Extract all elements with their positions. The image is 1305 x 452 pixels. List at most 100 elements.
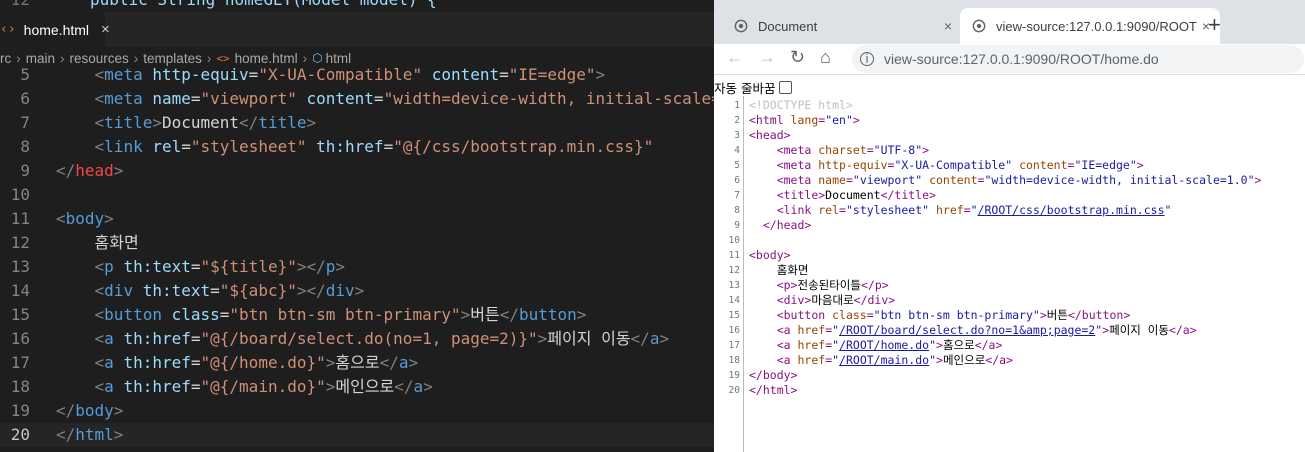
source-line: 5 <meta http-equiv="X-UA-Compatible" con… xyxy=(714,158,1305,173)
source-line: 9 </head> xyxy=(714,218,1305,233)
source-link[interactable]: /ROOT/board/select.do?no=1&amp;page=2 xyxy=(839,323,1095,337)
browser-tab-document[interactable]: Document × xyxy=(722,8,962,44)
close-icon[interactable]: × xyxy=(101,21,110,38)
source-text: 홈화면 xyxy=(749,263,809,277)
code-line[interactable]: 9 </head> xyxy=(0,159,714,183)
line-number: 9 xyxy=(734,220,740,231)
code-text: <meta name="viewport" content="width=dev… xyxy=(94,89,714,108)
line-number: 8 xyxy=(20,137,30,156)
code-text: <a th:href="@{/main.do}">메인으로</a> xyxy=(94,377,433,396)
line-number: 17 xyxy=(10,353,30,372)
line-number: 11 xyxy=(728,250,740,261)
globe-icon xyxy=(972,19,986,33)
code-line[interactable]: 18 <a th:href="@{/main.do}">메인으로</a> xyxy=(0,375,714,399)
browser-tab-view-source[interactable]: view-source:127.0.0.1:9090/ROOT × xyxy=(960,8,1220,44)
source-text: <html lang="en"> xyxy=(749,113,860,127)
source-line: 4 <meta charset="UTF-8"> xyxy=(714,143,1305,158)
code-line[interactable]: 15 <button class="btn btn-sm btn-primary… xyxy=(0,303,714,327)
tab-label: home.html xyxy=(23,21,90,38)
code-line[interactable]: 14 <div th:text="${abc}"></div> xyxy=(0,279,714,303)
line-number: 18 xyxy=(728,355,740,366)
line-number: 19 xyxy=(728,370,740,381)
back-arrow-icon[interactable]: ← xyxy=(726,47,744,68)
line-number: 15 xyxy=(10,305,30,324)
scrolled-code-line: 12 public String homeGET(Model model) { xyxy=(0,0,714,12)
vscode-editor-pane: 12 public String homeGET(Model model) { … xyxy=(0,0,714,452)
line-number: 20 xyxy=(10,425,30,444)
code-line[interactable]: 11 <body> xyxy=(0,207,714,231)
source-link[interactable]: /ROOT/css/bootstrap.min.css xyxy=(978,203,1165,217)
source-line: 17 <a href="/ROOT/home.do">홈으로</a> xyxy=(714,338,1305,353)
line-number: 11 xyxy=(10,209,30,228)
line-number: 13 xyxy=(728,280,740,291)
code-line[interactable]: 19 </body> xyxy=(0,399,714,423)
line-number: 6 xyxy=(734,175,740,186)
line-wrap-checkbox[interactable] xyxy=(779,80,793,94)
line-number: 8 xyxy=(734,205,740,216)
line-wrap-label: 자동 줄바꿈 xyxy=(714,80,776,96)
code-text: <button class="btn btn-sm btn-primary">버… xyxy=(94,305,587,324)
line-number: 1 xyxy=(734,100,740,111)
source-line: 1 <!DOCTYPE html> xyxy=(714,98,1305,113)
html-file-icon: ‹› xyxy=(0,22,16,37)
line-number: 16 xyxy=(10,329,30,348)
info-icon[interactable]: i xyxy=(860,52,874,66)
code-line[interactable]: 13 <p th:text="${title}"></p> xyxy=(0,255,714,279)
source-text: <link rel="stylesheet" href="/ROOT/css/b… xyxy=(776,203,1172,217)
home-icon[interactable]: ⌂ xyxy=(820,47,831,68)
line-number: 5 xyxy=(734,160,740,171)
code-text: </body> xyxy=(56,401,124,420)
source-line: 18 <a href="/ROOT/main.do">메인으로</a> xyxy=(714,353,1305,368)
address-url[interactable]: view-source:127.0.0.1:9090/ROOT/home.do xyxy=(884,51,1159,67)
line-number: 12 xyxy=(0,0,30,9)
browser-toolbar: ← → ↻ ⌂ i view-source:127.0.0.1:9090/ROO… xyxy=(714,44,1305,75)
source-text: <button class="btn btn-sm btn-primary">버… xyxy=(776,308,1131,322)
source-link[interactable]: /ROOT/home.do xyxy=(839,338,929,352)
browser-tab-title: view-source:127.0.0.1:9090/ROOT xyxy=(996,18,1197,34)
code-line[interactable]: 17 <a th:href="@{/home.do}">홈으로</a> xyxy=(0,351,714,375)
source-text: <meta name="viewport" content="width=dev… xyxy=(776,173,1262,187)
reload-icon[interactable]: ↻ xyxy=(790,47,805,68)
source-line: 10 xyxy=(714,233,1305,248)
source-text: </body> xyxy=(749,368,798,382)
address-bar[interactable]: i view-source:127.0.0.1:9090/ROOT/home.d… xyxy=(852,45,1304,73)
code-line[interactable]: 20 </html> xyxy=(0,423,714,447)
code-text: 홈화면 xyxy=(56,233,139,252)
close-icon[interactable]: × xyxy=(944,18,952,34)
code-line[interactable]: 5 <meta http-equiv="X-UA-Compatible" con… xyxy=(0,63,714,87)
tab-home-html[interactable]: ‹› home.html × xyxy=(0,12,110,47)
line-number: 12 xyxy=(728,265,740,276)
source-line: 8 <link rel="stylesheet" href="/ROOT/css… xyxy=(714,203,1305,218)
source-text: <a href="/ROOT/main.do">메인으로</a> xyxy=(776,353,1013,367)
line-number: 4 xyxy=(734,145,740,156)
source-line: 7 <title>Document</title> xyxy=(714,188,1305,203)
line-number: 12 xyxy=(10,233,30,252)
source-link[interactable]: /ROOT/main.do xyxy=(839,353,929,367)
new-tab-plus-icon[interactable]: + xyxy=(1208,12,1221,38)
code-line[interactable]: 10 xyxy=(0,183,714,207)
code-text: <a th:href="@{/board/select.do(no=1, pag… xyxy=(94,329,670,348)
code-line[interactable]: 7 <title>Document</title> xyxy=(0,111,714,135)
forward-arrow-icon[interactable]: → xyxy=(758,47,776,68)
globe-icon xyxy=(734,19,748,33)
source-text: <!DOCTYPE html> xyxy=(749,98,853,112)
line-number: 10 xyxy=(728,235,740,246)
line-number: 17 xyxy=(728,340,740,351)
code-line[interactable]: 16 <a th:href="@{/board/select.do(no=1, … xyxy=(0,327,714,351)
code-line[interactable]: 8 <link rel="stylesheet" th:href="@{/css… xyxy=(0,135,714,159)
code-text: <link rel="stylesheet" th:href="@{/css/b… xyxy=(94,137,654,156)
line-wrap-toggle[interactable]: 자동 줄바꿈 xyxy=(714,78,793,96)
source-line: 16 <a href="/ROOT/board/select.do?no=1&a… xyxy=(714,323,1305,338)
code-line[interactable]: 12 홈화면 xyxy=(0,231,714,255)
source-line: 14 <div>마음대로</div> xyxy=(714,293,1305,308)
source-text: <title>Document</title> xyxy=(776,188,936,202)
code-text: <p th:text="${title}"></p> xyxy=(94,257,346,276)
line-number: 14 xyxy=(10,281,30,300)
code-line[interactable]: 6 <meta name="viewport" content="width=d… xyxy=(0,87,714,111)
source-text: <meta http-equiv="X-UA-Compatible" conte… xyxy=(776,158,1144,172)
line-number: 7 xyxy=(20,113,30,132)
code-text: <meta http-equiv="X-UA-Compatible" conte… xyxy=(94,65,606,84)
code-text: </head> xyxy=(56,161,124,180)
source-line: 2 <html lang="en"> xyxy=(714,113,1305,128)
line-number: 10 xyxy=(10,185,30,204)
